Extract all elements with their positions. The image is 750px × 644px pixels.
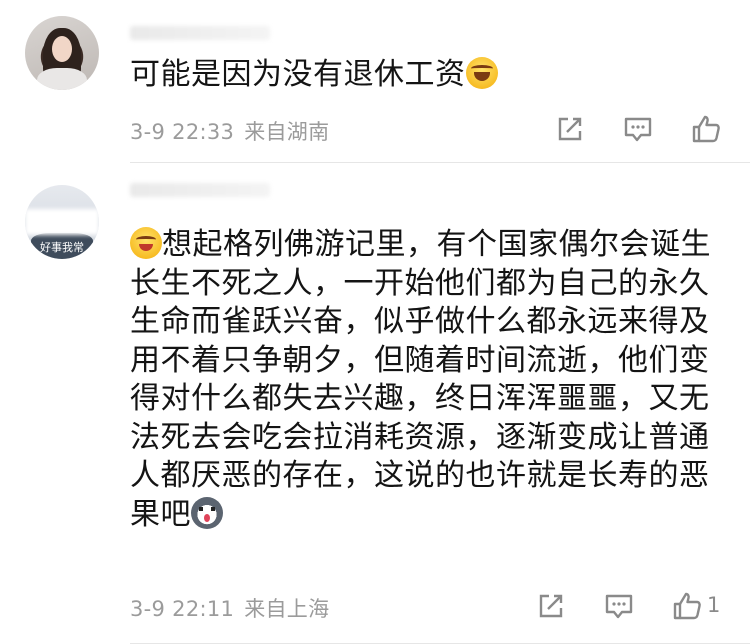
- comment-text: 想起格列佛游记里，有个国家偶尔会诞生长生不死之人，一开始他们都为自己的永久生命而…: [130, 227, 711, 532]
- thumbs-up-icon: [692, 115, 720, 143]
- share-button[interactable]: [554, 113, 586, 145]
- comment-item: 可能是因为没有退休工资 3-9 22:33 来自湖南: [0, 0, 750, 163]
- username-redacted[interactable]: [130, 26, 270, 40]
- comment-location: 来自湖南: [244, 120, 330, 144]
- comment-time: 3-9 22:11: [130, 597, 235, 621]
- reply-icon: [605, 594, 633, 619]
- comment-text: 可能是因为没有退休工资: [130, 56, 730, 95]
- avatar-blur: [25, 209, 99, 235]
- share-icon: [558, 117, 582, 141]
- like-count: 1: [707, 593, 721, 617]
- share-button[interactable]: [535, 590, 567, 622]
- reply-button[interactable]: [603, 590, 635, 622]
- wink-emoji-icon: [130, 227, 162, 259]
- reply-icon: [624, 117, 652, 142]
- avatar-body: [37, 68, 87, 90]
- avatar[interactable]: 好事我常: [25, 185, 99, 259]
- comment-meta: 3-9 22:33 来自湖南: [130, 116, 329, 146]
- username-redacted[interactable]: [130, 183, 270, 197]
- like-button[interactable]: [690, 113, 722, 145]
- avatar-face: [52, 36, 72, 62]
- comment-location: 来自上海: [244, 597, 330, 621]
- avatar-text: 好事我常: [40, 241, 84, 254]
- share-icon: [539, 594, 563, 618]
- avatar[interactable]: [25, 16, 99, 90]
- comment-item: 好事我常 想起格列佛游记里，有个国家偶尔会诞生长生不死之人，一开始他们都为自己的…: [0, 163, 750, 644]
- like-button[interactable]: [671, 590, 703, 622]
- reply-button[interactable]: [622, 113, 654, 145]
- husky-emoji-icon: [191, 496, 223, 529]
- comment-time: 3-9 22:33: [130, 120, 235, 144]
- thumbs-up-icon: [673, 592, 701, 620]
- comment-meta: 3-9 22:11 来自上海: [130, 593, 329, 623]
- laugh-cry-emoji-icon: [465, 57, 498, 89]
